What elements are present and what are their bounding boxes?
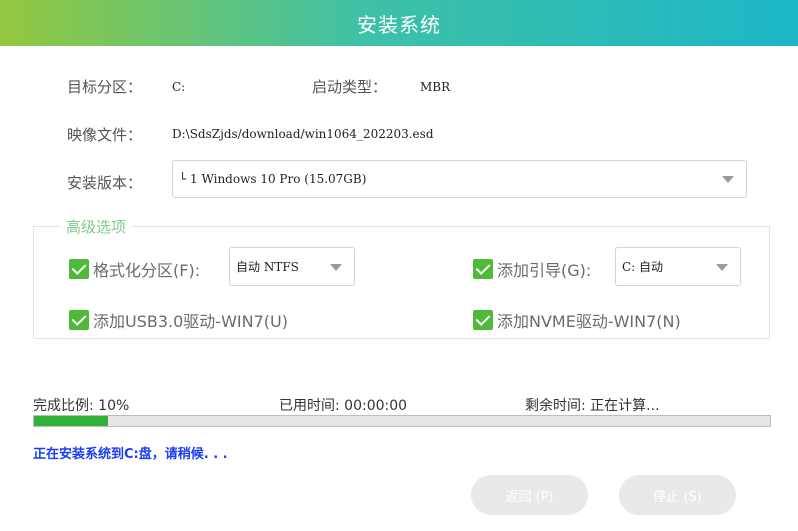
remaining-time: 剩余时间: 正在计算... [525,398,660,414]
chevron-down-icon [330,263,342,271]
add-nvme-label: 添加NVME驱动-WIN7(N) [497,312,681,331]
add-boot-select[interactable]: C: 自动 [615,247,741,286]
edition-select-value: └ 1 Windows 10 Pro (15.07GB) [179,172,367,186]
checkbox-checked-icon [69,259,89,279]
progress-bar-fill [34,416,108,426]
format-partition-select[interactable]: 自动 NTFS [229,247,355,286]
format-partition-select-value: 自动 NTFS [236,260,299,274]
advanced-options-legend: 高级选项 [60,216,133,237]
target-partition-value: C: [172,80,186,94]
boot-type-label: 启动类型： [312,78,388,96]
boot-type-value: MBR [420,80,451,94]
chevron-down-icon [722,176,734,183]
checkbox-checked-icon [473,310,493,330]
back-button[interactable]: 返回 (P) [471,475,588,515]
add-boot-label: 添加引导(G): [497,261,592,280]
add-usb3-label: 添加USB3.0驱动-WIN7(U) [93,312,288,331]
title-bar: 安装系统 [0,0,798,46]
edition-select[interactable]: └ 1 Windows 10 Pro (15.07GB) [172,160,747,198]
install-status-message: 正在安装系统到C:盘，请稍候. . . [33,447,228,462]
format-partition-checkbox[interactable]: 格式化分区(F): [69,257,200,281]
completion-ratio: 完成比例: 10% [33,398,130,414]
image-file-path: D:\SdsZjds/download/win1064_202203.esd [172,127,434,141]
progress-bar [33,415,771,427]
target-partition-label: 目标分区： [67,78,143,96]
window-title: 安装系统 [357,12,441,37]
add-nvme-checkbox[interactable]: 添加NVME驱动-WIN7(N) [473,308,681,332]
stop-button[interactable]: 停止 (S) [619,475,736,515]
add-boot-checkbox[interactable]: 添加引导(G): [473,257,591,281]
checkbox-checked-icon [69,310,89,330]
image-file-label: 映像文件： [67,126,143,144]
add-usb3-checkbox[interactable]: 添加USB3.0驱动-WIN7(U) [69,308,288,332]
chevron-down-icon [716,263,728,271]
elapsed-time: 已用时间: 00:00:00 [279,398,408,414]
add-boot-select-value: C: 自动 [622,260,664,274]
format-partition-label: 格式化分区(F): [93,261,201,280]
checkbox-checked-icon [473,259,493,279]
edition-label: 安装版本： [67,174,143,192]
